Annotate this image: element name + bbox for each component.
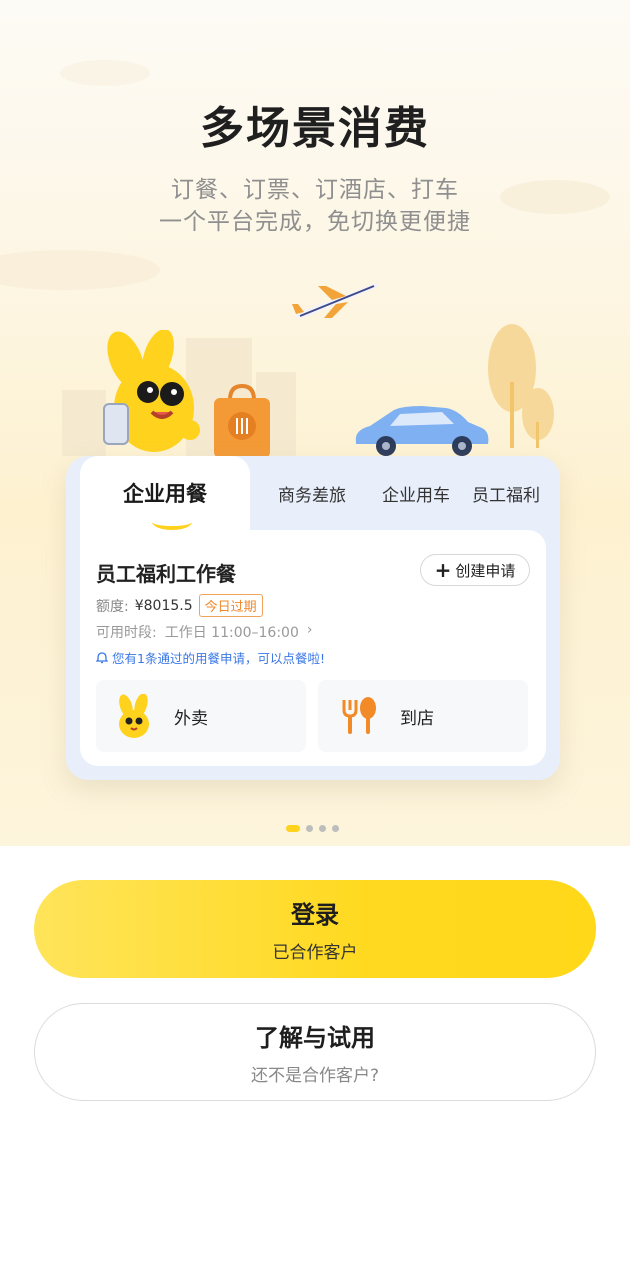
login-button[interactable]: 登录 已合作客户 — [34, 880, 596, 978]
time-row[interactable]: 可用时段: 工作日 11:00–16:00 › — [96, 622, 312, 642]
pagination-dot[interactable] — [332, 825, 339, 832]
time-label: 可用时段: — [96, 625, 157, 641]
airplane-icon — [292, 283, 379, 319]
create-application-button[interactable]: + 创建申请 — [420, 554, 530, 586]
hero-title: 多场景消费 — [200, 103, 430, 154]
login-button-label: 登录 — [291, 901, 339, 929]
bell-icon — [96, 651, 108, 663]
trial-button-sublabel: 还不是合作客户? — [250, 1066, 380, 1086]
food-bag-icon — [214, 383, 270, 458]
cloud-decoration — [60, 60, 150, 86]
service-card: 企业用餐 商务差旅 企业用车 员工福利 员工福利工作餐 + 创建申请 额度: ¥… — [66, 456, 560, 780]
notice-banner[interactable]: 您有1条通过的用餐申请，可以点餐啦! — [96, 648, 325, 667]
plus-icon: + — [434, 558, 452, 582]
quota-value: ¥8015.5 — [134, 597, 193, 614]
hero-subtitle-line1: 订餐、订票、订酒店、打车 — [171, 177, 459, 203]
pagination-dot[interactable] — [286, 825, 300, 832]
tree-decoration-icon — [488, 324, 554, 448]
bunny-mascot-icon — [119, 694, 149, 738]
tab-enterprise-car[interactable]: 企业用车 — [356, 456, 476, 530]
service-tabs: 企业用餐 商务差旅 企业用车 员工福利 — [66, 456, 560, 530]
pagination-dot[interactable] — [306, 825, 313, 832]
hero-subtitle-line2: 一个平台完成，免切换更便捷 — [159, 209, 471, 235]
chevron-right-icon: › — [306, 622, 313, 638]
trial-button-label: 了解与试用 — [255, 1024, 375, 1052]
time-value: 工作日 11:00–16:00 — [164, 625, 299, 641]
quota-label: 额度: — [96, 598, 129, 615]
tab-business-travel[interactable]: 商务差旅 — [252, 456, 372, 530]
tab-enterprise-dining[interactable]: 企业用餐 — [80, 456, 250, 530]
create-application-label: 创建申请 — [455, 561, 516, 580]
tab-employee-welfare[interactable]: 员工福利 — [460, 456, 552, 530]
car-icon — [355, 406, 489, 456]
cloud-decoration — [0, 250, 160, 290]
pagination-dot[interactable] — [319, 825, 326, 832]
bunny-mascot-icon — [103, 330, 200, 452]
meal-title: 员工福利工作餐 — [96, 562, 236, 586]
hero-banner: 多场景消费 订餐、订票、订酒店、打车 一个平台完成，免切换更便捷 企业用餐 商务… — [0, 0, 630, 846]
learn-and-trial-button[interactable]: 了解与试用 还不是合作客户? — [34, 1003, 596, 1101]
carousel-pagination — [286, 825, 339, 832]
quota-row: 额度: ¥8015.5 今日过期 — [96, 594, 263, 617]
fork-spoon-icon — [342, 697, 376, 734]
option-takeout-label: 外卖 — [174, 708, 208, 729]
option-dine-in[interactable]: 到店 — [318, 680, 528, 752]
login-button-sublabel: 已合作客户 — [272, 943, 358, 963]
expire-badge: 今日过期 — [198, 594, 263, 617]
notice-text: 您有1条通过的用餐申请，可以点餐啦! — [112, 651, 325, 666]
dining-panel: 员工福利工作餐 + 创建申请 额度: ¥8015.5 今日过期 可用时段: 工作… — [80, 530, 546, 766]
option-takeout[interactable]: 外卖 — [96, 680, 306, 752]
option-dine-in-label: 到店 — [400, 708, 434, 729]
